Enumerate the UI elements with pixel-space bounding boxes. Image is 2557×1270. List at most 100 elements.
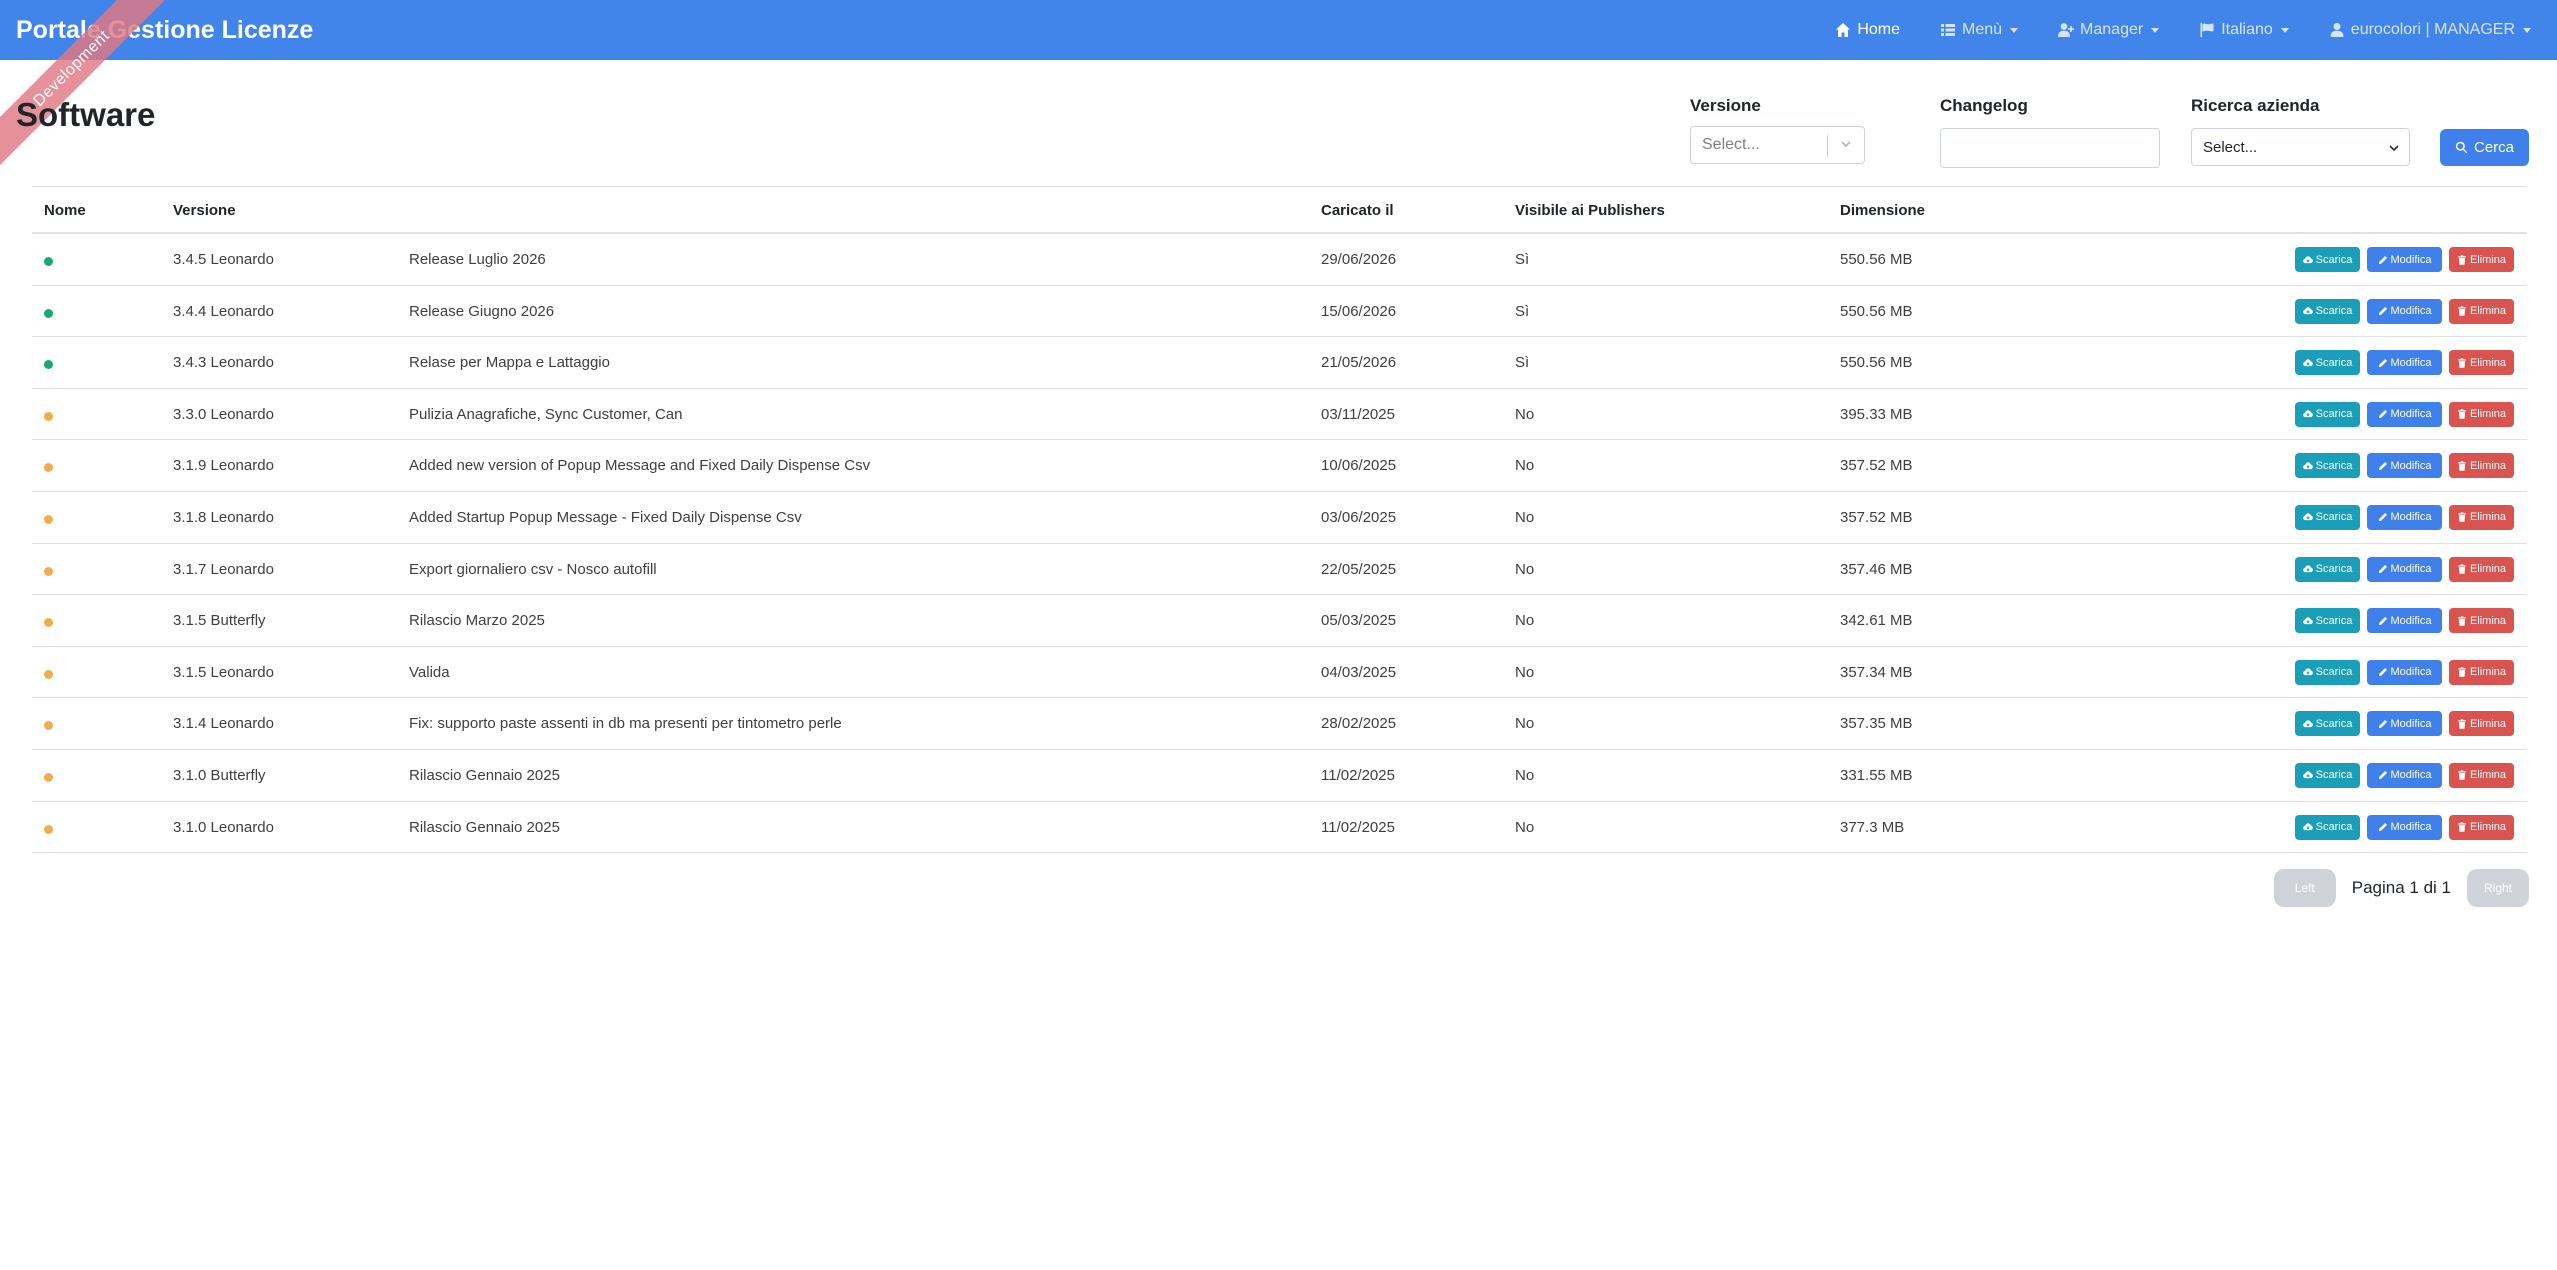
cell-date: 15/06/2026: [1321, 302, 1397, 320]
nav-home-label: Home: [1857, 21, 1901, 38]
edit-button[interactable]: Modifica: [2367, 247, 2442, 272]
chevron-down-icon: [2389, 145, 2399, 152]
status-dot: [44, 824, 53, 834]
delete-button[interactable]: Elimina: [2449, 659, 2514, 685]
delete-button[interactable]: Elimina: [2449, 350, 2514, 376]
cell-size: 342.61 MB: [1840, 612, 1913, 630]
search-button[interactable]: Cerca: [2440, 129, 2529, 166]
download-button[interactable]: Scarica: [2295, 608, 2360, 634]
cell-size: 331.55 MB: [1840, 766, 1913, 784]
pencil-icon: [2378, 719, 2387, 728]
delete-button[interactable]: Elimina: [2449, 247, 2514, 272]
delete-button[interactable]: Elimina: [2449, 556, 2514, 582]
download-button-label: Scarica: [2315, 717, 2353, 730]
brand-title[interactable]: Portale Gestione Licenze: [16, 16, 313, 45]
cloud-download-icon: [2302, 565, 2313, 573]
ricerca-azienda-select[interactable]: Select...: [2191, 128, 2410, 166]
cell-changelog: Added new version of Popup Message and F…: [409, 457, 871, 475]
trash-icon: [2458, 409, 2466, 419]
download-button[interactable]: Scarica: [2295, 711, 2360, 737]
pagination: Left Pagina 1 di 1 Right: [2273, 869, 2529, 907]
edit-button[interactable]: Modifica: [2367, 350, 2442, 376]
status-dot: [44, 360, 53, 370]
delete-button[interactable]: Elimina: [2449, 453, 2514, 479]
cell-version: 3.1.8 Leonardo: [173, 508, 274, 526]
cell-visible: No: [1515, 508, 1535, 526]
delete-button[interactable]: Elimina: [2449, 401, 2514, 427]
download-button[interactable]: Scarica: [2295, 247, 2360, 272]
cloud-download-icon: [2302, 255, 2313, 263]
cell-date: 28/02/2025: [1321, 715, 1397, 733]
nav-menu: Home Menù Manager Italiano eurocolori | …: [1795, 0, 2531, 60]
trash-icon: [2458, 719, 2466, 729]
trash-icon: [2458, 306, 2466, 316]
table-header: Nome Versione Caricato il Visibile ai Pu…: [32, 186, 2527, 234]
download-button[interactable]: Scarica: [2295, 350, 2360, 376]
cell-visible: Sì: [1515, 251, 1530, 268]
delete-button[interactable]: Elimina: [2449, 711, 2514, 737]
cell-changelog: Release Luglio 2026: [409, 251, 546, 268]
edit-button-label: Modifica: [2390, 459, 2432, 472]
edit-button[interactable]: Modifica: [2367, 814, 2442, 840]
edit-button[interactable]: Modifica: [2367, 608, 2442, 634]
download-button[interactable]: Scarica: [2295, 504, 2360, 530]
pencil-icon: [2378, 513, 2387, 522]
pagination-prev-button[interactable]: Left: [2273, 869, 2336, 907]
cloud-download-icon: [2302, 823, 2313, 831]
download-button[interactable]: Scarica: [2295, 659, 2360, 685]
download-button[interactable]: Scarica: [2295, 556, 2360, 582]
edit-button[interactable]: Modifica: [2367, 298, 2442, 324]
pencil-icon: [2378, 565, 2387, 574]
delete-button[interactable]: Elimina: [2449, 504, 2514, 530]
download-button[interactable]: Scarica: [2295, 401, 2360, 427]
edit-button[interactable]: Modifica: [2367, 504, 2442, 530]
chevron-down-icon: [2280, 27, 2289, 33]
cell-changelog: Release Giugno 2026: [409, 302, 555, 320]
changelog-input[interactable]: [1940, 128, 2160, 168]
nav-manager-dropdown[interactable]: Manager: [2058, 21, 2160, 39]
edit-button[interactable]: Modifica: [2367, 556, 2442, 582]
nav-language-dropdown[interactable]: Italiano: [2199, 21, 2289, 39]
edit-button[interactable]: Modifica: [2367, 711, 2442, 737]
row-actions: Scarica Modifica Elimina: [2295, 504, 2514, 530]
nav-menu-dropdown[interactable]: Menù: [1940, 21, 2019, 39]
versione-select[interactable]: Select...: [1690, 126, 1865, 164]
pagination-next-button[interactable]: Right: [2467, 869, 2529, 907]
download-button[interactable]: Scarica: [2295, 814, 2360, 840]
table-row: 3.3.0 Leonardo Pulizia Anagrafiche, Sync …: [32, 389, 2527, 441]
delete-button[interactable]: Elimina: [2449, 814, 2514, 840]
cell-visible: No: [1515, 663, 1535, 681]
download-button[interactable]: Scarica: [2295, 762, 2360, 788]
cell-visible: No: [1515, 612, 1535, 630]
cell-date: 21/05/2026: [1321, 354, 1397, 372]
download-button-label: Scarica: [2315, 666, 2353, 679]
delete-button[interactable]: Elimina: [2449, 298, 2514, 324]
pencil-icon: [2378, 307, 2387, 316]
download-button[interactable]: Scarica: [2295, 298, 2360, 324]
nav-user-dropdown[interactable]: eurocolori | MANAGER: [2329, 21, 2531, 39]
search-button-label: Cerca: [2473, 139, 2514, 156]
cell-version: 3.4.3 Leonardo: [173, 354, 274, 372]
edit-button[interactable]: Modifica: [2367, 401, 2442, 427]
delete-button[interactable]: Elimina: [2449, 608, 2514, 634]
user-icon: [2330, 23, 2344, 37]
nav-home[interactable]: Home: [1835, 21, 1900, 39]
table-row: 3.4.4 Leonardo Release Giugno 2026 15/06/2…: [32, 286, 2527, 338]
edit-button[interactable]: Modifica: [2367, 453, 2442, 479]
cell-changelog: Rilascio Gennaio 2025: [409, 818, 560, 836]
table-body: 3.4.5 Leonardo Release Luglio 2026 29/06/2…: [32, 234, 2527, 854]
nav-language-label: Italiano: [2221, 21, 2273, 38]
delete-button[interactable]: Elimina: [2449, 762, 2514, 788]
edit-button[interactable]: Modifica: [2367, 659, 2442, 685]
download-button[interactable]: Scarica: [2295, 453, 2360, 479]
edit-button[interactable]: Modifica: [2367, 762, 2442, 788]
chevron-down-icon: [2010, 27, 2019, 33]
download-button-label: Scarica: [2315, 821, 2353, 834]
row-actions: Scarica Modifica Elimina: [2295, 762, 2514, 788]
cell-changelog: Rilascio Marzo 2025: [409, 612, 545, 630]
header-dimensione: Dimensione: [1840, 202, 1926, 219]
edit-button-label: Modifica: [2390, 717, 2432, 730]
search-icon: [2455, 141, 2468, 154]
row-actions: Scarica Modifica Elimina: [2295, 401, 2514, 427]
trash-icon: [2458, 461, 2466, 471]
